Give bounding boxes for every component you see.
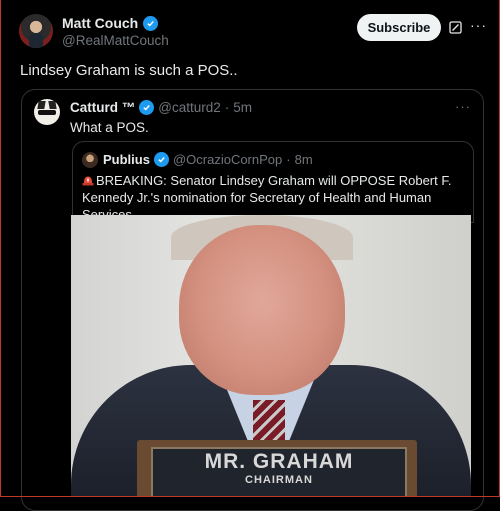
quoted-author-name[interactable]: Catturd ™	[70, 100, 135, 115]
subscribe-button[interactable]: Subscribe	[357, 14, 441, 41]
author-handle[interactable]: @RealMattCouch	[62, 33, 169, 48]
author-name[interactable]: Matt Couch	[62, 15, 138, 31]
meta-separator: ·	[224, 100, 230, 115]
post-image[interactable]: MR. GRAHAM CHAIRMAN	[71, 215, 471, 497]
verified-badge-icon	[153, 152, 169, 167]
nameplate-name: MR. GRAHAM	[204, 450, 354, 473]
nested-author-handle[interactable]: @OcrazioCornPop	[173, 152, 282, 167]
author-name-row: Matt Couch	[62, 15, 159, 31]
author-avatar[interactable]	[19, 14, 53, 48]
quoted-author-row: Catturd ™ @catturd2 · 5m	[70, 100, 252, 115]
quoted-timestamp[interactable]: 5m	[233, 100, 252, 115]
post-text: Lindsey Graham is such a POS..	[20, 62, 238, 79]
nested-author-avatar[interactable]	[82, 152, 98, 168]
verified-badge-icon	[139, 100, 155, 115]
meta-separator: ·	[286, 152, 291, 167]
verified-badge-icon	[143, 15, 159, 31]
siren-icon	[82, 173, 94, 186]
nested-quoted-post[interactable]: Publius @OcrazioCornPop · 8m BREAKING: S…	[72, 141, 474, 223]
quoted-author-avatar[interactable]	[34, 99, 60, 125]
post: Matt Couch @RealMattCouch Subscribe ··· …	[0, 0, 500, 511]
quoted-more-options-icon[interactable]: ···	[455, 99, 471, 114]
nested-timestamp[interactable]: 8m	[295, 152, 313, 167]
quoted-author-handle[interactable]: @catturd2	[158, 100, 220, 115]
quoted-post-text: What a POS.	[70, 120, 149, 135]
grok-icon[interactable]	[449, 21, 462, 34]
nameplate-title: CHAIRMAN	[245, 474, 313, 486]
more-options-icon[interactable]: ···	[470, 17, 487, 33]
nested-author-name[interactable]: Publius	[103, 152, 150, 167]
nested-author-row: Publius @OcrazioCornPop · 8m	[103, 152, 313, 167]
